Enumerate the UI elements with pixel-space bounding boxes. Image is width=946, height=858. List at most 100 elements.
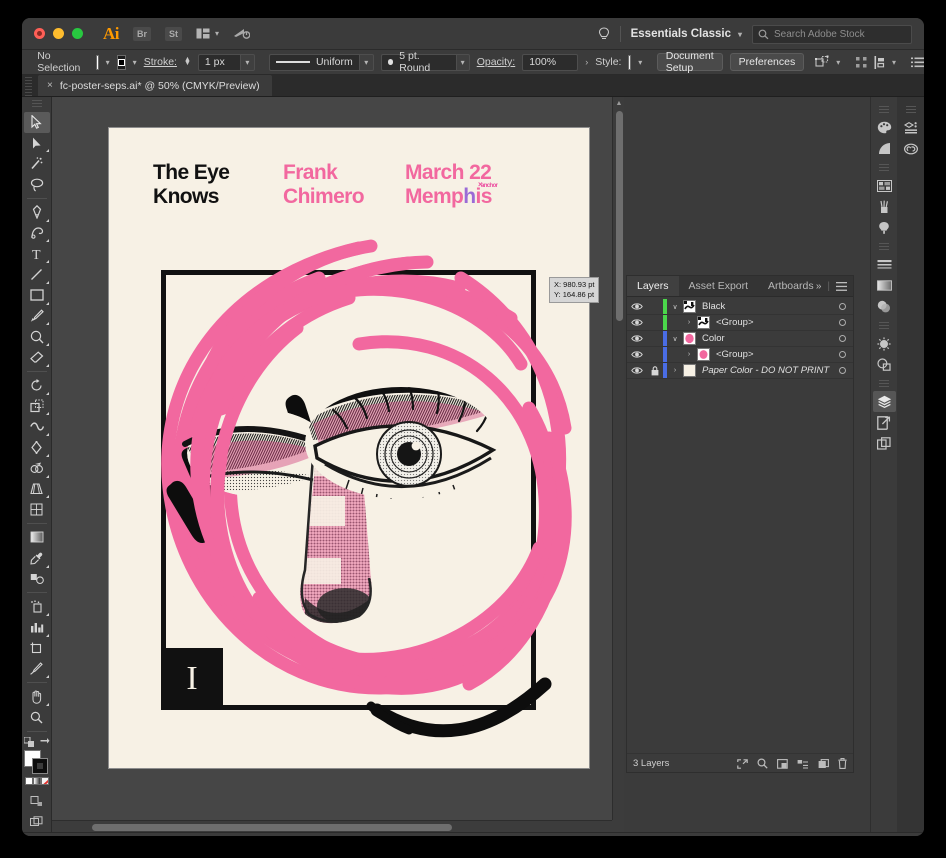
expand-toggle-black[interactable]: ∨: [667, 303, 683, 311]
selection-tool[interactable]: [24, 112, 50, 133]
opacity-flyout-icon[interactable]: ›: [585, 57, 588, 67]
document-tab[interactable]: × fc-poster-seps.ai* @ 50% (CMYK/Preview…: [38, 75, 272, 96]
minimize-window-button[interactable]: [53, 28, 64, 39]
visibility-toggle-black-group[interactable]: [627, 318, 647, 327]
fill-stroke-swatch[interactable]: [24, 750, 50, 774]
layer-name-paper-color[interactable]: Paper Color - DO NOT PRINT: [702, 365, 831, 376]
direct-selection-tool[interactable]: [24, 133, 50, 154]
layer-row-black[interactable]: ∨ Black: [627, 299, 853, 315]
layer-row-paper-color[interactable]: › Paper Color - DO NOT PRINT: [627, 363, 853, 379]
stroke-caret-icon[interactable]: ▾: [133, 58, 137, 67]
new-layer-icon[interactable]: [818, 759, 829, 769]
zoom-level-field[interactable]: 50%: [28, 836, 68, 837]
panel-menu-icon[interactable]: [836, 282, 847, 291]
brushes-panel-icon-button[interactable]: [873, 196, 896, 217]
none-color-icon[interactable]: [41, 777, 49, 785]
distribute-group[interactable]: ▾: [874, 56, 896, 69]
layers-panel-icon-button[interactable]: [873, 391, 896, 412]
perspective-grid-tool[interactable]: [24, 479, 50, 500]
eyedropper-tool[interactable]: [24, 548, 50, 569]
stroke-weight-combo[interactable]: 1 px ▾: [198, 54, 255, 71]
target-indicator-black-group[interactable]: [831, 319, 853, 326]
gradient-color-icon[interactable]: [33, 777, 41, 785]
tab-asset-export[interactable]: Asset Export: [679, 276, 759, 296]
artboard[interactable]: The Eye Knows Frank Chimero March 22 Mem…: [109, 128, 589, 768]
tools-panel-grip[interactable]: [32, 100, 42, 109]
horizontal-scroll-thumb[interactable]: [92, 824, 452, 831]
properties-list-button[interactable]: [911, 57, 924, 68]
layer-name-black[interactable]: Black: [702, 301, 831, 312]
vertical-scroll-thumb[interactable]: [616, 111, 623, 321]
curvature-tool[interactable]: [24, 223, 50, 244]
shaper-tool[interactable]: [24, 326, 50, 347]
align-button[interactable]: [856, 57, 867, 68]
collapse-panel-icon[interactable]: »: [816, 281, 822, 292]
hand-tool[interactable]: [24, 686, 50, 707]
target-indicator-black[interactable]: [831, 303, 853, 310]
brush-definition-dropdown-button[interactable]: ▾: [456, 54, 470, 71]
make-clipping-mask-icon[interactable]: [777, 759, 788, 769]
graphic-style-swatch[interactable]: [628, 55, 631, 70]
dock2-grip[interactable]: [906, 106, 916, 113]
layer-name-color[interactable]: Color: [702, 333, 831, 344]
dock-grip-1[interactable]: [879, 106, 889, 113]
dock-grip-4[interactable]: [879, 322, 889, 329]
stroke-panel-icon-button[interactable]: [873, 254, 896, 275]
type-tool[interactable]: T: [24, 243, 50, 264]
discover-button[interactable]: [598, 27, 610, 42]
expand-toggle-black-group[interactable]: ›: [681, 319, 697, 326]
workspace-switcher[interactable]: Essentials Classic ▾: [631, 28, 742, 40]
artboard-tool[interactable]: [24, 638, 50, 659]
scale-tool[interactable]: [24, 396, 50, 417]
maximize-window-button[interactable]: [72, 28, 83, 39]
dock-grip-2[interactable]: [879, 164, 889, 171]
drawing-modes-button[interactable]: [24, 791, 50, 812]
dock-grip-3[interactable]: [879, 243, 889, 250]
visibility-toggle-paper-color[interactable]: [627, 366, 647, 375]
layer-row-black-group[interactable]: › <Group>: [627, 315, 853, 331]
stroke-swatch[interactable]: [32, 758, 48, 774]
scroll-up-icon[interactable]: ▲: [613, 97, 624, 110]
screen-modes-button[interactable]: [24, 811, 50, 832]
style-caret-icon[interactable]: ▾: [638, 58, 642, 67]
brush-definition-field[interactable]: 5 pt. Round: [381, 54, 456, 71]
target-indicator-color-group[interactable]: [831, 351, 853, 358]
shape-builder-tool[interactable]: [24, 458, 50, 479]
gradient-panel-icon-button[interactable]: [873, 275, 896, 296]
bridge-button[interactable]: Br: [133, 27, 151, 41]
swatches-panel-icon-button[interactable]: [873, 175, 896, 196]
stock-search-input[interactable]: Search Adobe Stock: [752, 25, 912, 44]
layers-list[interactable]: ∨ Black: [627, 297, 853, 753]
close-window-button[interactable]: [34, 28, 45, 39]
paintbrush-tool[interactable]: [24, 306, 50, 327]
artboard-number-field[interactable]: 1: [126, 836, 160, 837]
libraries-panel-icon-button[interactable]: [899, 117, 922, 138]
expand-toggle-color-group[interactable]: ›: [681, 351, 697, 358]
line-segment-tool[interactable]: [24, 264, 50, 285]
stroke-weight-stepper[interactable]: ▲▼: [184, 58, 191, 66]
stroke-profile-combo[interactable]: Uniform ▾: [269, 54, 374, 71]
stroke-color-swatch[interactable]: [117, 55, 126, 70]
rectangle-tool[interactable]: [24, 285, 50, 306]
visibility-toggle-color[interactable]: [627, 334, 647, 343]
rotate-tool[interactable]: [24, 375, 50, 396]
default-fill-stroke-icon[interactable]: [24, 737, 35, 748]
stroke-profile-dropdown-button[interactable]: ▾: [359, 54, 374, 71]
close-tab-icon[interactable]: ×: [47, 80, 53, 91]
asset-export-panel-icon-button[interactable]: [873, 412, 896, 433]
solid-color-icon[interactable]: [25, 777, 33, 785]
zoom-tool[interactable]: [24, 707, 50, 728]
opacity-label[interactable]: Opacity:: [477, 56, 516, 68]
canvas-horizontal-scrollbar[interactable]: [52, 820, 612, 832]
opacity-value-field[interactable]: 100%: [522, 54, 578, 71]
target-indicator-paper-color[interactable]: [831, 367, 853, 374]
expand-toggle-paper-color[interactable]: ›: [667, 367, 683, 374]
layer-name-black-group[interactable]: <Group>: [716, 317, 831, 328]
layer-row-color[interactable]: ∨ Color: [627, 331, 853, 347]
share-button[interactable]: [233, 27, 250, 40]
blend-tool[interactable]: [24, 569, 50, 590]
create-sublayer-icon[interactable]: [797, 759, 809, 769]
artboards-panel-icon-button[interactable]: [873, 433, 896, 454]
canvas-area[interactable]: The Eye Knows Frank Chimero March 22 Mem…: [52, 97, 624, 832]
width-tool[interactable]: [24, 416, 50, 437]
